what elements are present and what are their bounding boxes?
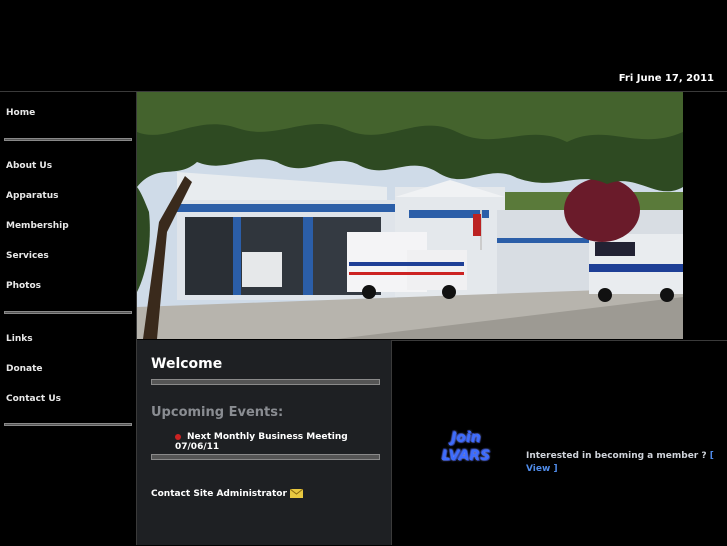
nav-home[interactable]: Home xyxy=(6,108,35,118)
photo-spacer xyxy=(683,92,727,339)
nav-separator xyxy=(4,138,132,141)
section-divider xyxy=(151,454,380,460)
welcome-panel: Welcome Upcoming Events: Next Monthly Bu… xyxy=(137,340,392,545)
join-message: Interested in becoming a member ? [View … xyxy=(526,450,716,476)
nav-membership[interactable]: Membership xyxy=(6,221,69,231)
contact-admin-label[interactable]: Contact Site Administrator xyxy=(151,489,287,499)
envelope-icon[interactable] xyxy=(289,489,303,498)
join-question: Interested in becoming a member ? xyxy=(526,451,707,461)
section-divider xyxy=(151,379,380,385)
upcoming-events-title: Upcoming Events: xyxy=(151,405,284,420)
bullet-icon xyxy=(175,433,181,440)
join-panel: Join LVARS Interested in becoming a memb… xyxy=(392,340,727,546)
nav-about-us[interactable]: About Us xyxy=(6,161,52,171)
welcome-title: Welcome xyxy=(151,356,223,372)
event-text[interactable]: Next Monthly Business Meeting 07/06/11 xyxy=(175,432,348,452)
nav-links[interactable]: Links xyxy=(6,334,33,344)
contact-admin[interactable]: Contact Site Administrator xyxy=(151,489,303,499)
nav-apparatus[interactable]: Apparatus xyxy=(6,191,59,201)
nav-separator xyxy=(4,311,132,314)
logo-line-join: Join xyxy=(451,430,481,446)
nav-separator xyxy=(4,423,132,426)
nav-donate[interactable]: Donate xyxy=(6,364,43,374)
station-photo xyxy=(137,92,683,339)
nav-photos[interactable]: Photos xyxy=(6,281,41,291)
logo-line-lvars: LVARS xyxy=(441,448,491,464)
nav-services[interactable]: Services xyxy=(6,251,49,261)
event-list-item: Next Monthly Business Meeting 07/06/11 xyxy=(175,432,391,452)
join-lvars-logo[interactable]: Join LVARS xyxy=(436,429,496,465)
sidebar-nav: Home About Us Apparatus Membership Servi… xyxy=(0,92,137,545)
nav-contact-us[interactable]: Contact Us xyxy=(6,394,61,404)
current-date: Fri June 17, 2011 xyxy=(618,73,714,84)
